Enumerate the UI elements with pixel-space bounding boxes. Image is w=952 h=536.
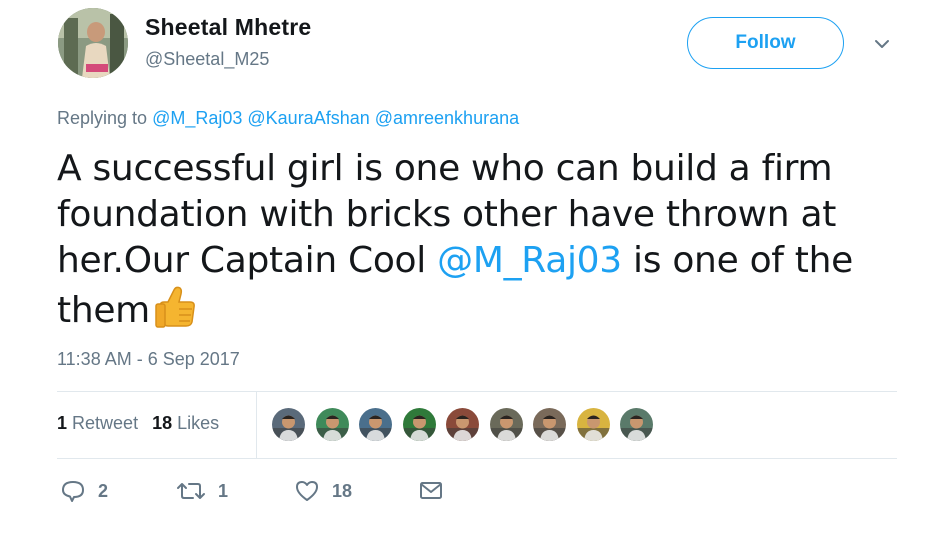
tweet-card: Sheetal Mhetre @Sheetal_M25 Follow Reply… — [0, 0, 952, 536]
engagement-stats: 1 Retweet 18 Likes — [57, 413, 219, 434]
retweet-count: 1 — [218, 480, 229, 501]
retweet-icon — [176, 480, 206, 502]
tweet-mention[interactable]: @M_Raj03 — [437, 240, 622, 281]
liker-avatar[interactable] — [402, 408, 436, 441]
liker-avatar[interactable] — [489, 408, 523, 441]
reply-icon — [60, 479, 86, 503]
thumbs-up-icon — [154, 284, 198, 330]
display-name[interactable]: Sheetal Mhetre — [145, 14, 311, 41]
tweet-actions: 2 1 18 — [60, 479, 444, 503]
retweet-button[interactable]: 1 — [176, 480, 228, 502]
envelope-icon — [418, 480, 444, 502]
liker-avatar[interactable] — [620, 408, 653, 441]
avatar[interactable] — [58, 8, 128, 78]
divider — [57, 391, 897, 392]
likes-label: Likes — [177, 413, 220, 433]
tweet-text: A successful girl is one who can build a… — [57, 146, 927, 334]
reply-button[interactable]: 2 — [60, 479, 108, 503]
reply-mention[interactable]: @M_Raj03 — [152, 108, 242, 128]
likes-count: 18 — [152, 413, 173, 433]
reply-mention[interactable]: @amreenkhurana — [375, 108, 519, 128]
replying-to: Replying to @M_Raj03 @KauraAfshan @amree… — [57, 108, 519, 129]
liker-avatar[interactable] — [359, 408, 392, 441]
liker-avatar[interactable] — [576, 408, 610, 441]
heart-icon — [294, 479, 320, 503]
tweet-timestamp[interactable]: 11:38 AM - 6 Sep 2017 — [57, 349, 240, 370]
reply-mention[interactable]: @KauraAfshan — [247, 108, 369, 128]
liker-avatar[interactable] — [315, 408, 349, 441]
direct-message-button[interactable] — [418, 480, 444, 502]
retweets-count: 1 — [57, 413, 68, 433]
reply-count: 2 — [98, 480, 109, 501]
liker-avatars — [272, 408, 664, 441]
like-button[interactable]: 18 — [294, 479, 352, 503]
like-count: 18 — [332, 480, 353, 501]
liker-avatar[interactable] — [446, 408, 479, 441]
user-handle[interactable]: @Sheetal_M25 — [145, 49, 269, 70]
replying-prefix: Replying to — [57, 108, 153, 128]
likes-stat[interactable]: 18 Likes — [152, 413, 219, 433]
retweets-label: Retweet — [72, 413, 139, 433]
follow-button[interactable]: Follow — [687, 17, 844, 69]
liker-avatar[interactable] — [272, 408, 305, 441]
retweets-stat[interactable]: 1 Retweet — [57, 413, 138, 433]
chevron-down-icon[interactable] — [872, 36, 892, 52]
divider — [57, 458, 897, 459]
divider — [256, 392, 257, 458]
liker-avatar[interactable] — [533, 408, 566, 441]
